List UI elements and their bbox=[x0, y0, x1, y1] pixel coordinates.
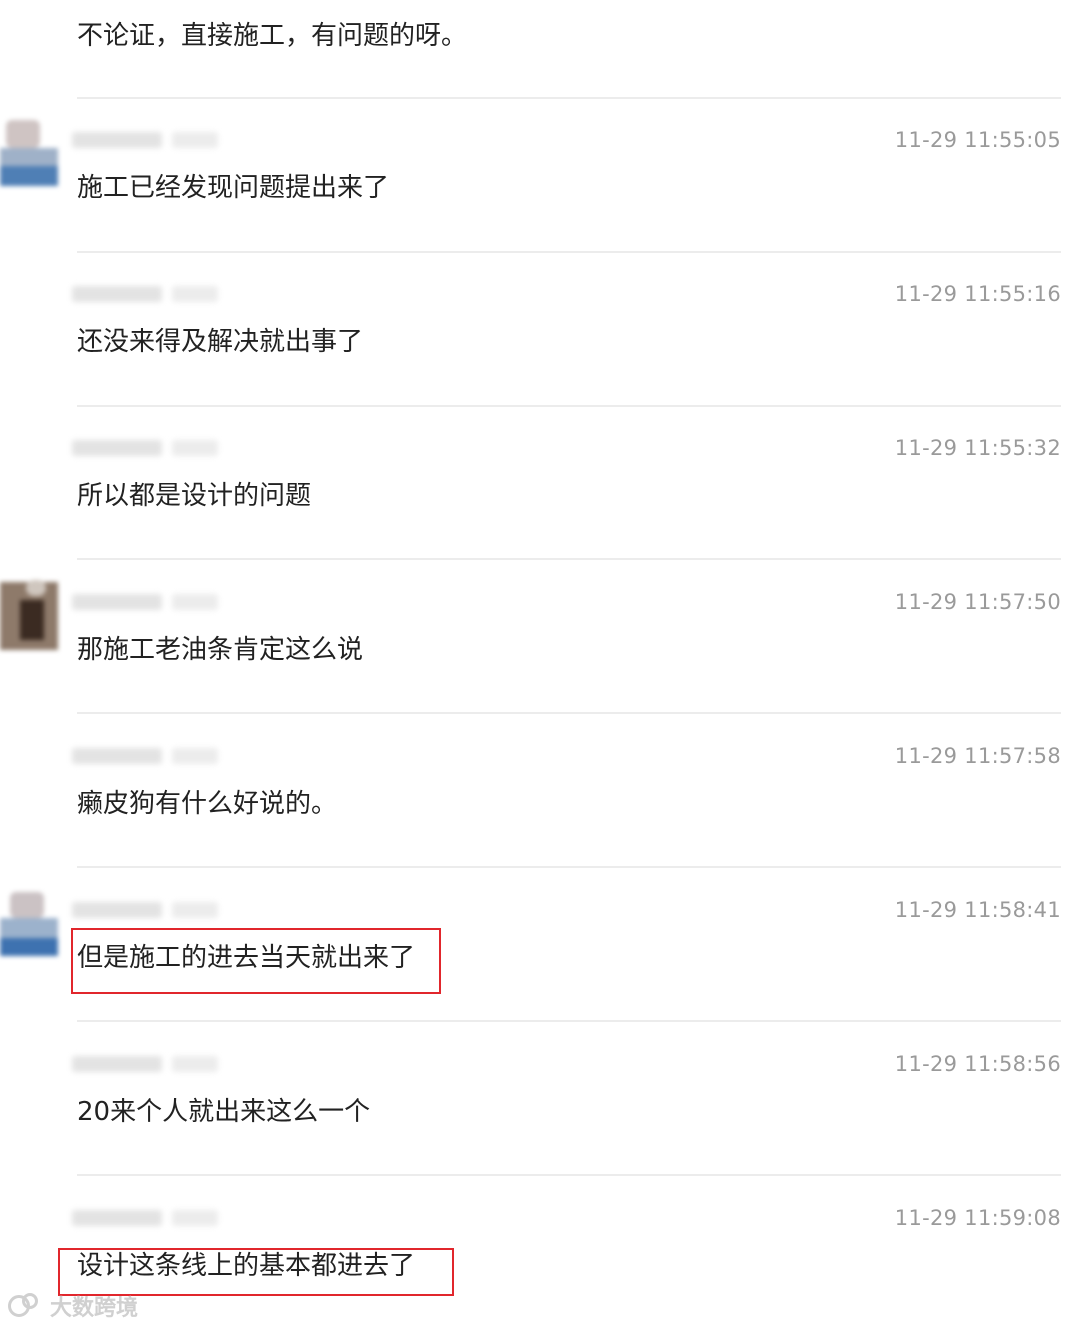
comment-text: 还没来得及解决就出事了 bbox=[77, 327, 364, 357]
highlight-box bbox=[71, 928, 441, 994]
watermark: 大数跨境 bbox=[8, 1290, 138, 1322]
timestamp: 11-29 11:57:58 bbox=[894, 744, 1061, 768]
highlight-box bbox=[58, 1248, 454, 1296]
watermark-text: 大数跨境 bbox=[50, 1296, 139, 1321]
comment-item: 11-29 11:57:58 癞皮狗有什么好说的。 bbox=[0, 714, 1080, 866]
comment-text: 施工已经发现问题提出来了 bbox=[77, 173, 390, 203]
username-blurred[interactable] bbox=[72, 1206, 218, 1230]
username-blurred[interactable] bbox=[72, 898, 218, 922]
timestamp: 11-29 11:57:50 bbox=[894, 590, 1061, 614]
timestamp: 11-29 11:59:08 bbox=[894, 1206, 1061, 1230]
comment-item: 11-29 11:57:50 那施工老油条肯定这么说 bbox=[0, 560, 1080, 712]
username-blurred[interactable] bbox=[72, 744, 218, 768]
top-message-text: 不论证，直接施工，有问题的呀。 bbox=[77, 21, 468, 51]
username-blurred[interactable] bbox=[72, 128, 218, 152]
comment-text: 所以都是设计的问题 bbox=[77, 481, 312, 511]
username-blurred[interactable] bbox=[72, 590, 218, 614]
comment-item: 11-29 11:55:16 还没来得及解决就出事了 bbox=[0, 252, 1080, 404]
avatar[interactable] bbox=[0, 888, 58, 958]
comment-text: 20来个人就出来这么一个 bbox=[77, 1097, 371, 1127]
avatar[interactable] bbox=[0, 580, 58, 650]
timestamp: 11-29 11:55:32 bbox=[894, 436, 1061, 460]
comment-item: 11-29 11:55:32 所以都是设计的问题 bbox=[0, 406, 1080, 558]
timestamp: 11-29 11:55:05 bbox=[894, 128, 1061, 152]
timestamp: 11-29 11:55:16 bbox=[894, 282, 1061, 306]
comment-item: 11-29 11:55:05 施工已经发现问题提出来了 bbox=[0, 98, 1080, 250]
username-blurred[interactable] bbox=[72, 282, 218, 306]
username-blurred[interactable] bbox=[72, 436, 218, 460]
timestamp: 11-29 11:58:41 bbox=[894, 898, 1061, 922]
avatar[interactable] bbox=[0, 118, 58, 188]
comment-text: 癞皮狗有什么好说的。 bbox=[77, 789, 338, 819]
username-blurred[interactable] bbox=[72, 1052, 218, 1076]
comment-text: 那施工老油条肯定这么说 bbox=[77, 635, 364, 665]
timestamp: 11-29 11:58:56 bbox=[894, 1052, 1061, 1076]
comment-item: 11-29 11:58:56 20来个人就出来这么一个 bbox=[0, 1022, 1080, 1174]
watermark-logo-icon bbox=[8, 1293, 46, 1319]
